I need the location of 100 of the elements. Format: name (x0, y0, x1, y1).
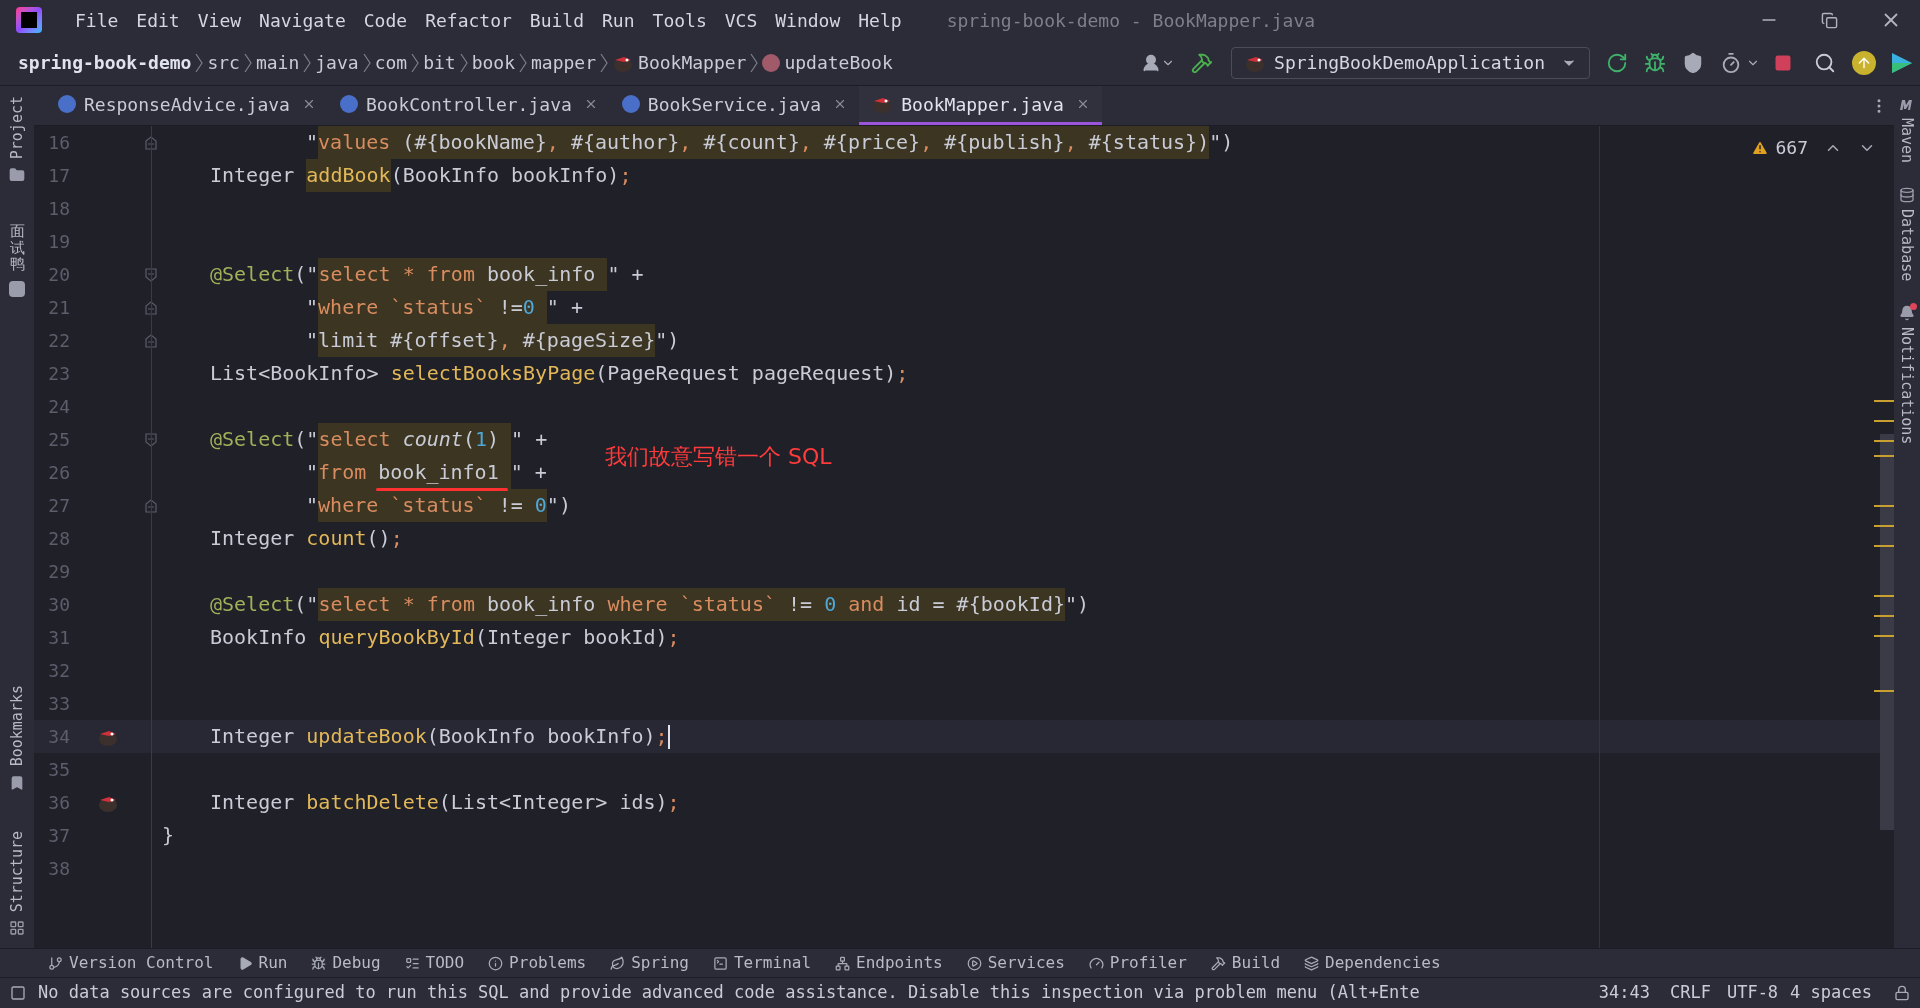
line-number: 37 (47, 824, 70, 848)
chevron-right-icon (519, 52, 527, 73)
tool-window-button[interactable]: Structure (5, 830, 29, 912)
layers-icon (1304, 955, 1320, 971)
tool-window-button[interactable]: Endpoints (835, 951, 943, 975)
line-number: 32 (47, 659, 70, 683)
tool-window-button[interactable]: Run (237, 951, 288, 975)
tool-window-button[interactable]: Project (5, 96, 29, 160)
line-number: 38 (47, 857, 70, 881)
fold-marker-icon[interactable] (145, 498, 157, 513)
tool-window-button[interactable]: TODO (404, 951, 465, 975)
endpoints-icon (835, 955, 851, 971)
editor-tab[interactable]: ResponseAdvice.java (46, 86, 328, 125)
debug-icon[interactable] (1644, 51, 1666, 74)
code-line: Integer batchDelete(List<Integer> ids); (209, 789, 680, 816)
breadcrumb-item[interactable]: mapper (531, 49, 597, 76)
class-icon (339, 95, 358, 113)
restore-icon[interactable] (1821, 11, 1838, 29)
line-number: 34 (47, 725, 70, 749)
chevron-right-icon (243, 52, 252, 73)
tool-window-button[interactable]: Maven (1895, 118, 1919, 164)
code-line: "values (#{bookName}, #{author}, #{count}, #{price}, #{publish}, #{status})") (162, 126, 1234, 159)
tool-window-button[interactable]: Debug (311, 951, 381, 975)
code-line: "where `status` !=0 " + (162, 291, 583, 324)
build-hammer-icon[interactable] (1191, 51, 1214, 74)
fold-marker-icon[interactable] (145, 135, 157, 150)
search-icon[interactable] (1814, 51, 1836, 74)
fold-marker-icon[interactable] (145, 300, 157, 315)
run-configuration-dropdown[interactable]: SpringBookDemoApplication (1231, 46, 1590, 79)
line-number: 21 (47, 296, 70, 320)
line-number: 35 (47, 758, 70, 782)
breadcrumb-item[interactable]: src (207, 49, 240, 76)
list-icon (404, 955, 420, 971)
menu-item[interactable]: Build (529, 6, 585, 34)
update-icon[interactable] (1852, 50, 1876, 75)
profile-icon[interactable] (1720, 51, 1742, 74)
tool-window-button[interactable]: Spring (610, 951, 689, 975)
tool-window-button[interactable]: Dependencies (1304, 951, 1441, 975)
tool-window-button[interactable]: Profiler (1088, 951, 1187, 975)
fold-marker-icon[interactable] (145, 432, 157, 447)
code-line: } (162, 822, 175, 849)
menu-item[interactable]: Run (602, 6, 635, 34)
tab-label: ResponseAdvice.java (84, 92, 290, 117)
caret-position[interactable]: 34:43 (1598, 980, 1650, 1006)
warning-count[interactable]: 667 (1775, 134, 1808, 161)
menu-item[interactable]: Tools (652, 6, 707, 34)
menu-item[interactable]: File (75, 6, 119, 34)
fold-marker-icon[interactable] (145, 333, 157, 348)
lock-icon[interactable] (1894, 985, 1910, 1001)
code-line: Integer updateBook(BookInfo bookInfo); (209, 723, 668, 750)
gauge-icon (1088, 955, 1104, 971)
tool-window-button[interactable]: 面试鸭 (9, 223, 25, 273)
run-icon (237, 955, 253, 971)
editor-tab[interactable]: BookService.java (609, 86, 860, 125)
menu-item[interactable]: Refactor (425, 6, 512, 34)
breadcrumb-item[interactable]: java (315, 49, 359, 76)
branch-icon (48, 955, 63, 971)
fold-marker-icon[interactable] (145, 267, 157, 282)
indent-setting[interactable]: 4 spaces (1790, 980, 1872, 1006)
line-number: 30 (47, 593, 70, 617)
panel-toggle-icon[interactable] (10, 985, 26, 1001)
tool-window-button[interactable]: Version Control (48, 951, 214, 975)
database-icon (1899, 187, 1915, 204)
tool-window-button[interactable]: Notifications (1895, 327, 1919, 445)
rerun-icon[interactable] (1606, 51, 1628, 74)
menu-item[interactable]: Edit (136, 6, 180, 34)
breadcrumb-item[interactable]: main (255, 49, 300, 76)
line-number: 24 (47, 395, 70, 419)
menu-item[interactable]: Help (858, 6, 902, 34)
menu-item[interactable]: Window (775, 6, 841, 34)
coverage-icon[interactable] (1682, 51, 1704, 74)
tab-label: BookController.java (365, 92, 572, 117)
hammer-icon (1210, 955, 1226, 971)
class-icon (58, 95, 76, 113)
editor-tab[interactable]: BookController.java (327, 86, 610, 125)
breadcrumb-item[interactable]: bit (423, 49, 456, 76)
tool-window-button[interactable]: Problems (488, 951, 587, 975)
code-line: Integer count(); (209, 525, 403, 552)
tool-window-button[interactable]: Services (966, 951, 1065, 975)
file-encoding[interactable]: UTF-8 (1726, 980, 1779, 1006)
line-number: 18 (47, 197, 70, 221)
breadcrumb-item[interactable]: com (374, 49, 408, 76)
tool-window-button[interactable]: Terminal (712, 951, 812, 975)
menu-item[interactable]: Navigate (259, 6, 346, 34)
bookmark-icon (9, 774, 25, 791)
line-separator[interactable]: CRLF (1669, 980, 1711, 1006)
code-line: "limit #{offset}, #{pageSize}") (162, 324, 680, 357)
tool-window-button[interactable]: Bookmarks (5, 685, 29, 767)
stop-icon[interactable] (1774, 53, 1792, 72)
plugin-logo-icon[interactable] (1890, 50, 1914, 75)
menu-item[interactable]: View (197, 6, 242, 34)
breadcrumb-item[interactable]: BookMapper (638, 49, 747, 76)
editor-tab[interactable]: BookMapper.java (859, 86, 1102, 125)
breadcrumb-item[interactable]: book (471, 49, 515, 76)
breadcrumb-item[interactable]: updateBook (784, 49, 893, 76)
breadcrumb-item[interactable]: spring-book-demo (18, 49, 192, 76)
menu-item[interactable]: VCS (724, 6, 758, 34)
menu-item[interactable]: Code (363, 6, 408, 34)
tool-window-button[interactable]: Database (1895, 209, 1919, 282)
tool-window-button[interactable]: Build (1210, 951, 1281, 975)
